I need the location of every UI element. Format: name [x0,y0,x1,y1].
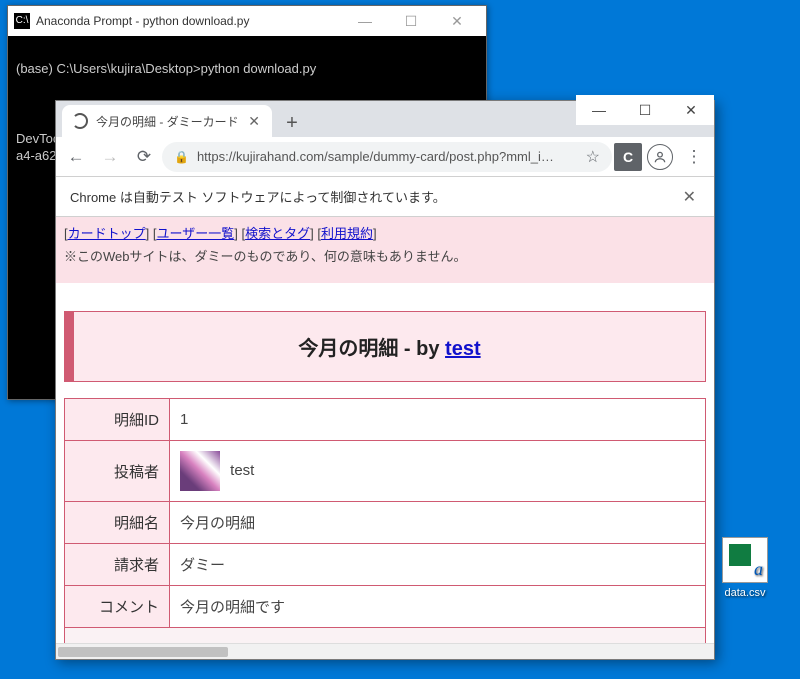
row-label: 請求者 [65,544,170,586]
table-row: 明細名 今月の明細 [65,502,706,544]
window-controls: — ☐ ✕ [576,95,714,125]
row-label: コメント [65,586,170,628]
page-title: 今月の明細 - by test [64,311,706,382]
nav-link-terms[interactable]: 利用規約 [321,226,373,241]
cmd-icon: C:\ [14,13,30,29]
page-viewport[interactable]: [カードトップ] [ユーザー一覧] [検索とタグ] [利用規約] ※このWebサ… [56,217,714,659]
horizontal-scrollbar[interactable] [56,643,714,659]
minimize-button[interactable]: — [342,6,388,36]
minimize-button[interactable]: — [576,95,622,125]
nav-banner: [カードトップ] [ユーザー一覧] [検索とタグ] [利用規約] ※このWebサ… [56,217,714,283]
title-user-link[interactable]: test [445,338,481,360]
chrome-tabstrip: 今月の明細 - ダミーカード ✕ + — ☐ ✕ [56,101,714,137]
new-tab-button[interactable]: + [278,109,306,137]
menu-button[interactable]: ⋮ [678,141,710,173]
chrome-toolbar: ← → ⟳ 🔒 https://kujirahand.com/sample/du… [56,137,714,177]
profile-button[interactable] [644,141,676,173]
cmd-titlebar[interactable]: C:\ Anaconda Prompt - python download.py… [8,6,486,36]
desktop-file-icon[interactable]: data.csv [710,537,780,599]
user-icon [647,144,673,170]
infobar-text: Chrome は自動テスト ソフトウェアによって制御されています。 [70,187,446,206]
forward-button[interactable]: → [94,141,126,173]
table-row: 投稿者 test [65,441,706,502]
file-label: data.csv [710,587,780,599]
table-row: 請求者 ダミー [65,544,706,586]
row-label: 明細ID [65,399,170,441]
tab-title: 今月の明細 - ダミーカード [96,113,239,130]
chrome-tab[interactable]: 今月の明細 - ダミーカード ✕ [62,105,272,137]
maximize-button[interactable]: ☐ [622,95,668,125]
cmd-output-line: (base) C:\Users\kujira\Desktop>python do… [16,60,478,78]
table-row: コメント 今月の明細です [65,586,706,628]
bookmark-star-icon[interactable]: ☆ [586,147,600,167]
table-row: 明細ID 1 [65,399,706,441]
back-button[interactable]: ← [60,141,92,173]
close-button[interactable]: ✕ [668,95,714,125]
row-label: 投稿者 [65,441,170,502]
nav-link-top[interactable]: カードトップ [68,226,146,241]
cmd-title: Anaconda Prompt - python download.py [36,14,342,28]
poster-name: test [230,462,254,479]
nav-links: [カードトップ] [ユーザー一覧] [検索とタグ] [利用規約] [64,223,706,242]
row-label: 明細名 [65,502,170,544]
excel-file-icon [722,537,768,583]
row-value: test [170,441,706,502]
title-prefix: 今月の明細 - by [298,338,445,360]
row-value: 今月の明細です [170,586,706,628]
automation-infobar: Chrome は自動テスト ソフトウェアによって制御されています。 ✕ [56,177,714,217]
maximize-button[interactable]: ☐ [388,6,434,36]
nav-link-search[interactable]: 検索とタグ [245,226,310,241]
tab-favicon [72,113,88,129]
extension-icon[interactable]: C [614,143,642,171]
chrome-window: 今月の明細 - ダミーカード ✕ + — ☐ ✕ ← → ⟳ 🔒 https:/… [55,100,715,660]
row-value: 1 [170,399,706,441]
scrollbar-thumb[interactable] [58,647,228,657]
url-text: https://kujirahand.com/sample/dummy-card… [197,149,580,164]
close-button[interactable]: ✕ [434,6,480,36]
infobar-close-button[interactable]: ✕ [679,183,700,211]
avatar [180,451,220,491]
detail-table: 明細ID 1 投稿者 test 明細名 今月の明細 請求者 ダミー コメント 今… [64,398,706,659]
reload-button[interactable]: ⟳ [128,141,160,173]
nav-link-users[interactable]: ユーザー一覧 [156,226,234,241]
tab-close-button[interactable]: ✕ [246,111,262,132]
row-value: ダミー [170,544,706,586]
nav-disclaimer: ※このWebサイトは、ダミーのものであり、何の意味もありません。 [64,246,706,265]
row-value: 今月の明細 [170,502,706,544]
lock-icon: 🔒 [174,150,189,164]
address-bar[interactable]: 🔒 https://kujirahand.com/sample/dummy-ca… [162,142,612,172]
